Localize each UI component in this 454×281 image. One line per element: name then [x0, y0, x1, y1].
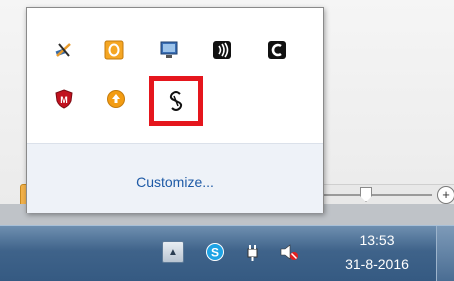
c-app-icon[interactable] — [266, 39, 288, 61]
popup-footer: Customize... — [27, 143, 323, 213]
power-plug-icon[interactable] — [241, 241, 263, 263]
taskbar: ▲ S 13:53 31-8-2016 — [0, 225, 454, 281]
system-clock[interactable]: 13:53 31-8-2016 — [322, 228, 432, 278]
clock-date: 31-8-2016 — [345, 256, 409, 272]
show-desktop-button[interactable] — [436, 226, 454, 281]
update-arrow-icon[interactable] — [105, 88, 127, 110]
wifi-icon[interactable] — [211, 39, 233, 61]
show-hidden-icons-button[interactable]: ▲ — [162, 241, 184, 263]
skype-icon[interactable]: S — [204, 241, 226, 263]
clock-time: 13:53 — [359, 232, 395, 248]
zoom-slider-bar[interactable]: + — [322, 184, 454, 205]
volume-muted-icon[interactable] — [278, 241, 300, 263]
svg-text:S: S — [211, 246, 219, 260]
chevron-up-icon: ▲ — [168, 246, 178, 258]
mcafee-shield-icon[interactable]: M — [53, 88, 75, 110]
zoom-in-button[interactable]: + — [437, 186, 454, 204]
zoom-slider-track — [322, 194, 432, 196]
network-tools-icon[interactable] — [53, 39, 75, 61]
customize-link[interactable]: Customize... — [27, 174, 323, 190]
highlight-annotation-box — [149, 76, 203, 126]
outlook-icon[interactable] — [103, 39, 125, 61]
notification-overflow-popup: M Customize... — [26, 7, 324, 213]
zoom-slider-thumb[interactable] — [360, 187, 372, 202]
display-icon[interactable] — [158, 39, 180, 61]
svg-text:M: M — [60, 95, 68, 105]
